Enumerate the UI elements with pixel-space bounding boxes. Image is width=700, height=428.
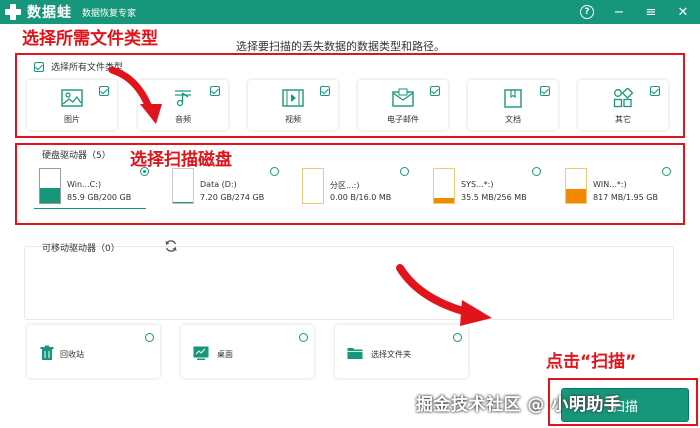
drive-name: Win...C:) xyxy=(67,180,102,189)
file-type-card-image[interactable]: 图片 xyxy=(27,80,117,130)
location-radio[interactable] xyxy=(145,333,154,342)
drive-size: 35.5 MB/256 MB xyxy=(461,193,527,202)
file-type-card-email[interactable]: 电子邮件 xyxy=(358,80,448,130)
removable-drives-panel xyxy=(24,246,674,320)
file-type-checkbox[interactable] xyxy=(210,86,220,96)
drive-radio[interactable] xyxy=(400,167,409,176)
file-type-label: 文档 xyxy=(505,115,521,124)
drive-size: 85.9 GB/200 GB xyxy=(67,193,132,202)
folder-icon xyxy=(347,348,363,359)
file-type-card-document[interactable]: 文档 xyxy=(468,80,558,130)
menu-button[interactable]: ≡ xyxy=(642,3,660,21)
drive-name: SYS...*:) xyxy=(461,180,494,189)
minimize-button[interactable]: − xyxy=(610,3,628,21)
file-type-checkbox[interactable] xyxy=(540,86,550,96)
file-type-label: 电子邮件 xyxy=(387,115,419,124)
app-logo: 数据蛙 数据恢复专家 xyxy=(5,2,136,22)
file-type-checkbox[interactable] xyxy=(320,86,330,96)
desktop-icon xyxy=(193,346,209,360)
location-label: 桌面 xyxy=(217,350,233,359)
file-type-label: 音频 xyxy=(175,115,191,124)
drive-icon xyxy=(302,168,324,204)
drive-name: 分区...:) xyxy=(330,181,360,190)
menu-icon: ≡ xyxy=(645,4,657,20)
annotation-scan: 点击“扫描” xyxy=(546,352,637,372)
drive-radio[interactable] xyxy=(662,167,671,176)
drive-usage-fill xyxy=(434,198,454,203)
file-type-label: 图片 xyxy=(64,115,80,124)
file-type-card-video[interactable]: 视频 xyxy=(248,80,338,130)
select-all-label: 选择所有文件类型 xyxy=(51,63,124,73)
music-icon xyxy=(175,90,191,107)
file-type-checkbox[interactable] xyxy=(99,86,109,96)
drive-usage-fill xyxy=(566,188,586,203)
drive-usage-fill xyxy=(40,188,60,203)
drive-size: 7.20 GB/274 GB xyxy=(200,193,265,202)
selected-drive-underline xyxy=(34,208,146,209)
drive-name: Data (D:) xyxy=(200,180,237,189)
minimize-icon: − xyxy=(613,4,625,20)
mail-icon xyxy=(392,88,414,107)
removable-drives-title: 可移动驱动器（0） xyxy=(42,244,120,254)
drive-icon xyxy=(433,168,455,204)
drive-radio[interactable] xyxy=(140,167,149,176)
logo-cross-icon xyxy=(5,4,21,20)
hard-drives-title: 硬盘驱动器（5） xyxy=(42,151,111,161)
drive-radio[interactable] xyxy=(270,167,279,176)
close-button[interactable]: ✕ xyxy=(674,3,692,21)
file-type-checkbox[interactable] xyxy=(650,86,660,96)
app-name: 数据蛙 xyxy=(27,5,72,21)
drive-radio[interactable] xyxy=(532,167,541,176)
close-icon: ✕ xyxy=(677,4,689,20)
annotation-file-types: 选择所需文件类型 xyxy=(22,29,158,49)
window-controls: ? − ≡ ✕ xyxy=(578,3,692,21)
video-icon xyxy=(282,89,304,107)
document-icon xyxy=(504,89,522,108)
location-label: 选择文件夹 xyxy=(371,350,411,359)
help-icon: ? xyxy=(580,5,594,19)
trash-icon xyxy=(40,345,54,360)
file-type-checkbox[interactable] xyxy=(430,86,440,96)
watermark-text: 掘金技术社区 @ 小明助手 xyxy=(416,395,622,415)
file-type-card-audio[interactable]: 音频 xyxy=(138,80,228,130)
location-label: 回收站 xyxy=(60,350,84,359)
select-all-check-icon[interactable] xyxy=(34,61,44,72)
drive-icon xyxy=(39,168,61,204)
location-radio[interactable] xyxy=(299,333,308,342)
drive-icon xyxy=(172,168,194,204)
title-bar: 数据蛙 数据恢复专家 ? − ≡ ✕ xyxy=(0,0,700,24)
select-all-checkbox[interactable]: 选择所有文件类型 xyxy=(34,60,123,73)
location-desktop[interactable]: 桌面 xyxy=(181,325,314,378)
refresh-icon[interactable] xyxy=(164,239,178,253)
help-button[interactable]: ? xyxy=(578,3,596,21)
drive-usage-fill xyxy=(173,201,193,203)
drive-icon xyxy=(565,168,587,204)
drive-size: 817 MB/1.95 GB xyxy=(593,193,658,202)
file-type-label: 其它 xyxy=(615,115,631,124)
image-icon xyxy=(61,89,83,107)
file-type-label: 视频 xyxy=(285,115,301,124)
app-subtitle: 数据恢复专家 xyxy=(82,8,137,19)
instruction-text: 选择要扫描的丢失数据的数据类型和路径。 xyxy=(236,40,445,53)
location-select-folder[interactable]: 选择文件夹 xyxy=(335,325,468,378)
other-icon xyxy=(613,88,634,108)
drive-size: 0.00 B/16.0 MB xyxy=(330,193,392,202)
drive-name: WIN...*:) xyxy=(593,180,627,189)
location-recycle-bin[interactable]: 回收站 xyxy=(27,325,160,378)
file-type-card-other[interactable]: 其它 xyxy=(578,80,668,130)
location-radio[interactable] xyxy=(453,333,462,342)
